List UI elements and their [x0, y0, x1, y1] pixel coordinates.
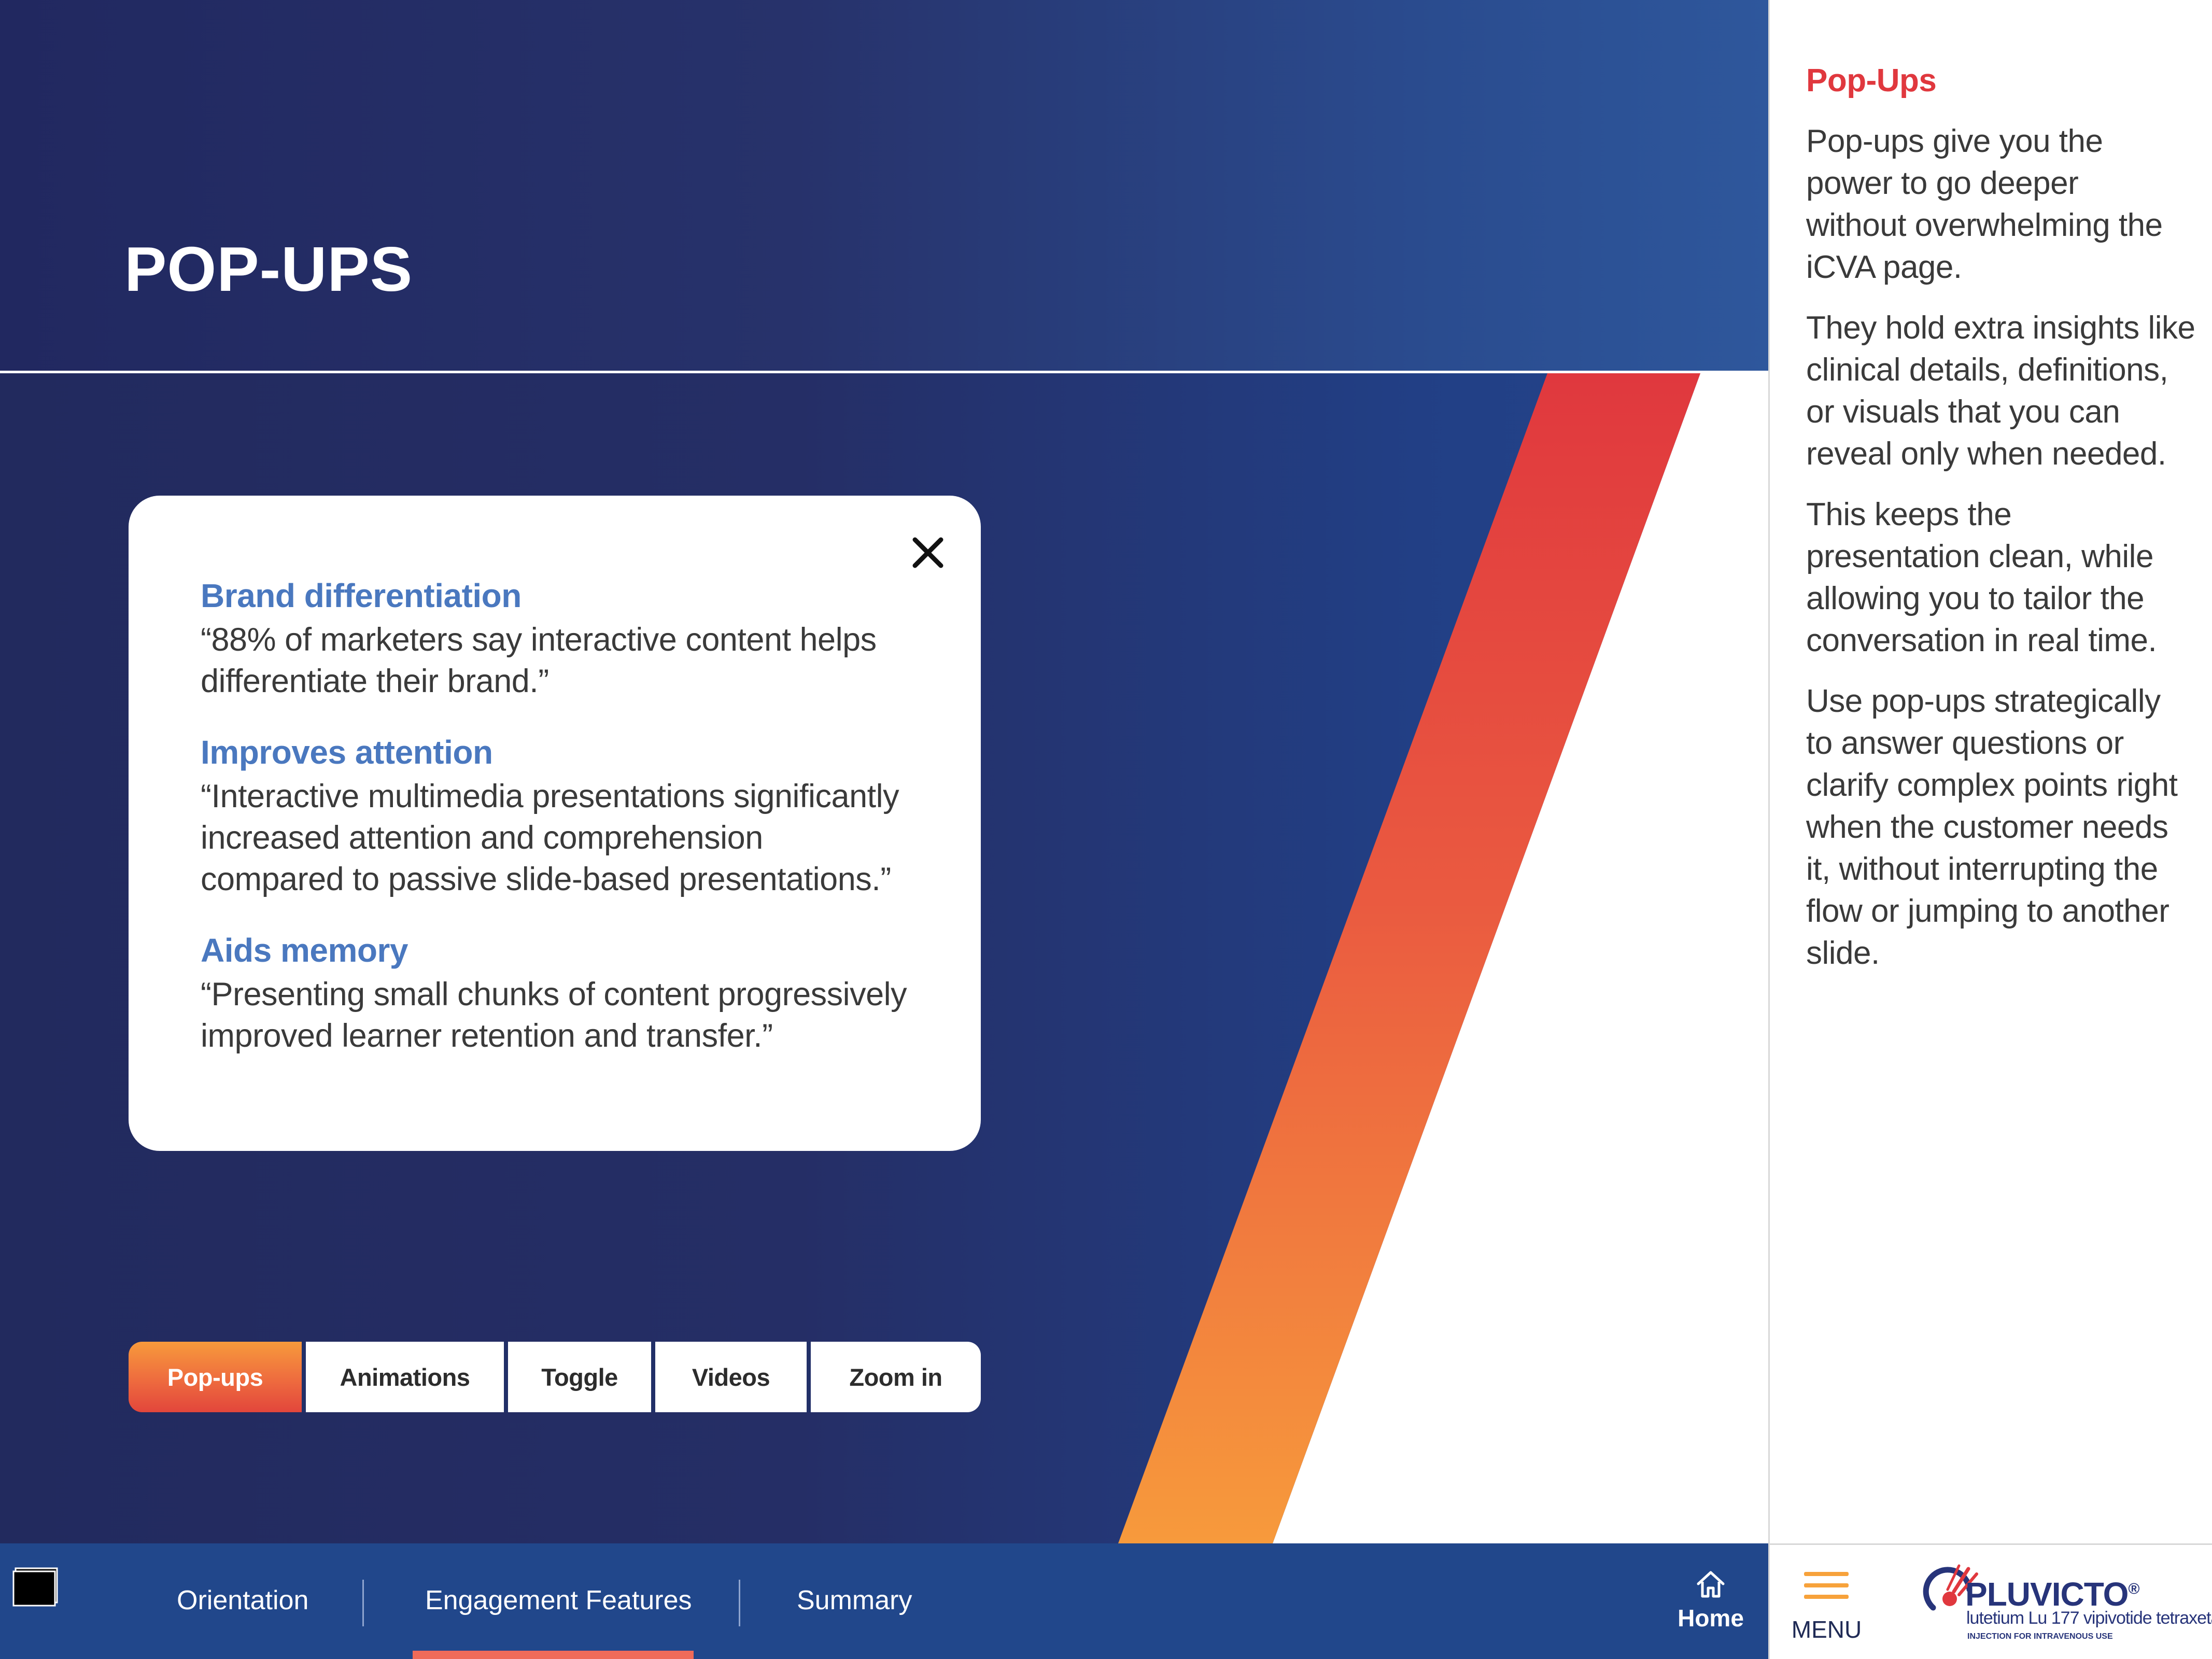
feature-tabs: Pop-ups Animations Toggle Videos Zoom in — [129, 1342, 981, 1412]
nav-summary[interactable]: Summary — [797, 1574, 912, 1626]
brand-name: PLUVICTO® — [1965, 1575, 2140, 1613]
menu-label: MENU — [1791, 1616, 1862, 1643]
tab-zoom-in[interactable]: Zoom in — [811, 1342, 981, 1412]
sidebar-line: flow or jumping to another — [1806, 893, 2169, 929]
sidebar-line: when the customer needs — [1806, 809, 2168, 845]
popup-text-aids-memory: “Presenting small chunks of content prog… — [201, 974, 924, 1057]
tab-animations[interactable]: Animations — [306, 1342, 504, 1412]
hamburger-icon — [1804, 1572, 1849, 1599]
nav-divider — [739, 1580, 740, 1626]
brand-logo: PLUVICTO® lutetium Lu 177 vipivotide tet… — [1883, 1543, 2212, 1659]
popup-text-improves-attention: “Interactive multimedia presentations si… — [201, 776, 924, 900]
sidebar-line: clarify complex points right — [1806, 767, 2178, 803]
popup-heading-aids-memory: Aids memory — [201, 932, 408, 969]
active-nav-indicator — [413, 1651, 694, 1659]
bottom-nav-bar: Orientation Engagement Features Summary — [0, 1543, 1768, 1659]
popup-line: improved learner retention and transfer.… — [201, 1018, 773, 1054]
sidebar-line: reveal only when needed. — [1806, 436, 2166, 472]
home-label: Home — [1678, 1605, 1744, 1632]
sidebar-line: without overwhelming the — [1806, 207, 2163, 243]
close-icon[interactable] — [902, 527, 954, 579]
sidebar-line: This keeps the — [1806, 497, 2012, 532]
sidebar-line: presentation clean, while — [1806, 539, 2153, 574]
sidebar-line: clinical details, definitions, — [1806, 352, 2168, 388]
popup-line: differentiate their brand.” — [201, 663, 549, 699]
sidebar-line: iCVA page. — [1806, 249, 1962, 285]
sidebar-line: power to go deeper — [1806, 165, 2079, 201]
popup-heading-brand-differentiation: Brand differentiation — [201, 577, 522, 614]
window-icon[interactable] — [11, 1562, 59, 1608]
popup-line: compared to passive slide-based presenta… — [201, 861, 891, 897]
popup-heading-improves-attention: Improves attention — [201, 734, 493, 771]
sidebar-paragraph: This keeps the presentation clean, while… — [1806, 494, 2210, 662]
tab-toggle[interactable]: Toggle — [508, 1342, 651, 1412]
popup-line: “88% of marketers say interactive conten… — [201, 622, 877, 658]
sidebar-line: Pop-ups give you the — [1806, 123, 2103, 159]
sidebar-line: They hold extra insights like — [1806, 310, 2195, 346]
brand-subtitle: lutetium Lu 177 vipivotide tetraxetan — [1966, 1608, 2212, 1628]
slide-canvas: POP-UPS Brand differentiation “88% of ma… — [0, 0, 1768, 1543]
sidebar-line: to answer questions or — [1806, 725, 2124, 761]
sidebar-line: or visuals that you can — [1806, 394, 2120, 430]
popup-card: Brand differentiation “88% of marketers … — [129, 496, 981, 1151]
popup-line: “Presenting small chunks of content prog… — [201, 976, 907, 1013]
home-button[interactable]: Home — [1669, 1568, 1752, 1646]
sidebar-text: Pop-ups give you the power to go deeper … — [1806, 120, 2210, 993]
sidebar-title: Pop-Ups — [1806, 63, 1937, 99]
sidebar-paragraph: Use pop-ups strategically to answer ques… — [1806, 680, 2210, 974]
nav-engagement-features[interactable]: Engagement Features — [425, 1574, 692, 1626]
home-icon — [1697, 1571, 1725, 1598]
tab-videos[interactable]: Videos — [655, 1342, 807, 1412]
nav-orientation[interactable]: Orientation — [177, 1574, 308, 1626]
tab-pop-ups[interactable]: Pop-ups — [129, 1342, 302, 1412]
nav-divider — [362, 1580, 364, 1626]
sidebar-paragraph: Pop-ups give you the power to go deeper … — [1806, 120, 2210, 288]
menu-button[interactable]: MENU — [1768, 1543, 1883, 1659]
sidebar-line: slide. — [1806, 935, 1880, 971]
sidebar-paragraph: They hold extra insights like clinical d… — [1806, 307, 2210, 475]
popup-text-brand-differentiation: “88% of marketers say interactive conten… — [201, 619, 924, 702]
sidebar-line: conversation in real time. — [1806, 623, 2157, 658]
registered-mark: ® — [2128, 1580, 2139, 1598]
notes-sidebar: Pop-Ups Pop-ups give you the power to go… — [1768, 0, 2212, 1543]
sidebar-line: allowing you to tailor the — [1806, 581, 2145, 616]
sidebar-line: Use pop-ups strategically — [1806, 683, 2161, 719]
popup-line: increased attention and comprehension — [201, 820, 763, 856]
popup-line: “Interactive multimedia presentations si… — [201, 778, 899, 814]
brand-note: INJECTION FOR INTRAVENOUS USE — [1967, 1632, 2113, 1641]
sidebar-line: it, without interrupting the — [1806, 851, 2158, 887]
brand-name-text: PLUVICTO — [1965, 1576, 2129, 1613]
